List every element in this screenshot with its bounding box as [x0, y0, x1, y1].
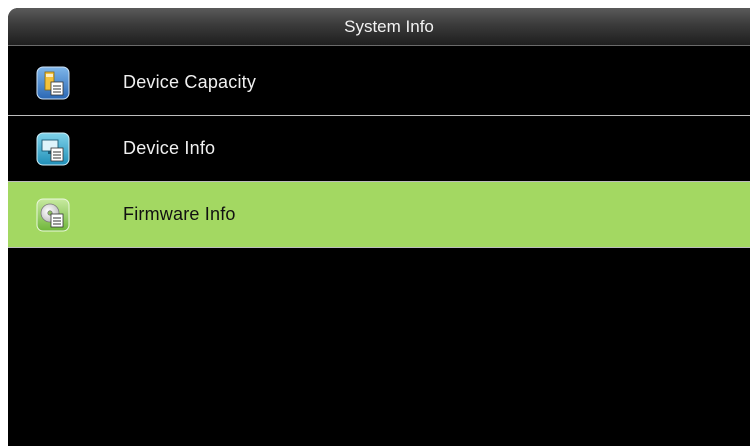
device-info-icon: [33, 132, 73, 166]
menu-item-device-info[interactable]: Device Info: [8, 116, 750, 182]
page-title: System Info: [344, 17, 434, 36]
menu-item-label: Device Capacity: [123, 72, 257, 92]
menu-item-label: Firmware Info: [123, 204, 236, 224]
menu-item-firmware-info[interactable]: Firmware Info: [8, 182, 750, 248]
title-bar: System Info: [8, 8, 750, 46]
menu-item-device-capacity[interactable]: Device Capacity: [8, 50, 750, 116]
menu-item-label: Device Info: [123, 138, 216, 158]
device-screen: System Info Device Capacity Device Info …: [8, 8, 750, 446]
system-info-menu: Device Capacity Device Info Firmware Inf…: [8, 50, 750, 248]
firmware-info-icon: [33, 198, 73, 232]
device-capacity-icon: [33, 66, 73, 100]
